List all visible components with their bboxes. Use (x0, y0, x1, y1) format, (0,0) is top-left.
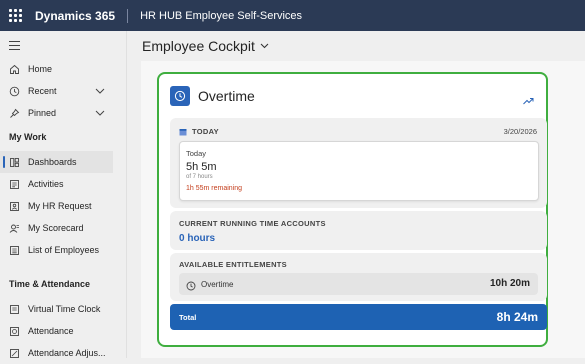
chevron-down-icon[interactable] (260, 43, 269, 49)
sidebar-item-label: Attendance (28, 326, 74, 336)
sidebar-item-label: Attendance Adjus... (28, 348, 106, 358)
sidebar-item-my-hr-request[interactable]: My HR Request (0, 195, 113, 217)
page-title-text: Employee Cockpit (142, 38, 255, 54)
card-title: Overtime (198, 88, 255, 104)
page-title[interactable]: Employee Cockpit (142, 38, 269, 54)
sidebar-item-label: List of Employees (28, 245, 100, 255)
sidebar-item-dashboards[interactable]: Dashboards (0, 151, 113, 173)
today-header: TODAY (179, 127, 219, 136)
sidebar-item-my-scorecard[interactable]: My Scorecard (0, 217, 113, 239)
chevron-down-icon[interactable] (95, 108, 105, 118)
today-date: 3/20/2026 (503, 127, 537, 136)
today-target-hours: of 7 hours (186, 174, 213, 180)
total-value: 8h 24m (496, 310, 538, 324)
available-entitlements-section: AVAILABLE ENTITLEMENTS Overtime 10h 20m (170, 253, 547, 301)
activities-icon (8, 178, 20, 190)
today-worked-value: 5h 5m (186, 161, 217, 173)
people-icon (8, 244, 20, 256)
sidebar-item-label: Activities (28, 179, 64, 189)
entitlement-name: Overtime (201, 280, 234, 289)
sidebar-item-label: My HR Request (28, 201, 92, 211)
sidebar-item-recent[interactable]: Recent (0, 80, 113, 102)
today-summary-tile[interactable]: Today 5h 5m of 7 hours 1h 55m remaining (179, 141, 539, 201)
entitlement-row[interactable]: Overtime 10h 20m (179, 273, 538, 295)
running-time-accounts-section: CURRENT RUNNING TIME ACCOUNTS 0 hours (170, 211, 547, 250)
sidebar-item-attendance[interactable]: Attendance (0, 320, 113, 342)
today-label: Today (186, 149, 207, 158)
clock-icon (170, 86, 190, 106)
attendance-adjust-icon (8, 347, 20, 359)
sidebar-item-list-of-employees[interactable]: List of Employees (0, 239, 113, 261)
total-label: Total (179, 313, 197, 322)
sidebar-item-label: Recent (28, 86, 57, 96)
pin-icon (8, 107, 20, 119)
request-icon (8, 200, 20, 212)
today-remaining: 1h 55m remaining (186, 185, 243, 192)
sidebar-item-label: My Scorecard (28, 223, 84, 233)
hamburger-menu-icon[interactable] (9, 41, 20, 53)
calendar-icon (179, 128, 187, 135)
overtime-card: Overtime TODAY 3/20/2026 Today 5h 5m of … (157, 72, 548, 347)
sidebar-item-pinned[interactable]: Pinned (0, 102, 113, 124)
sidebar-item-activities[interactable]: Activities (0, 173, 113, 195)
sidebar-item-home[interactable]: Home (0, 58, 113, 80)
scorecard-icon (8, 222, 20, 234)
sidebar-item-label: Home (28, 64, 53, 74)
total-bar: Total 8h 24m (170, 304, 547, 330)
sidebar-item-label: Dashboards (28, 157, 77, 167)
time-clock-icon (8, 303, 20, 315)
running-time-accounts-value[interactable]: 0 hours (179, 233, 215, 244)
dashboard-icon (8, 156, 20, 168)
card-header: Overtime (170, 86, 255, 106)
clock-icon (186, 278, 196, 296)
trend-icon[interactable] (523, 92, 534, 110)
section-header-time-attendance: Time & Attendance (9, 279, 91, 289)
available-entitlements-header: AVAILABLE ENTITLEMENTS (179, 260, 287, 269)
app-name[interactable]: Dynamics 365 (35, 8, 129, 23)
waffle-icon (8, 9, 22, 22)
top-bar: Dynamics 365 HR HUB Employee Self-Servic… (0, 0, 585, 31)
today-section: TODAY 3/20/2026 Today 5h 5m of 7 hours 1… (170, 118, 547, 208)
sidebar-item-label: Virtual Time Clock (28, 304, 101, 314)
entitlement-value: 10h 20m (489, 278, 530, 289)
app-subtitle[interactable]: HR HUB Employee Self-Services (140, 10, 302, 22)
attendance-icon (8, 325, 20, 337)
section-header-my-work: My Work (9, 132, 47, 142)
main-content: Employee Cockpit Overtime TODAY 3/20/202… (126, 31, 585, 358)
running-time-accounts-header: CURRENT RUNNING TIME ACCOUNTS (179, 219, 326, 228)
clock-icon (8, 85, 20, 97)
home-icon (8, 63, 20, 75)
sidebar-item-label: Pinned (28, 108, 57, 118)
sidebar-item-attendance-adjustment[interactable]: Attendance Adjus... (0, 342, 113, 364)
sidebar: Home Recent Pinned My Work Dashboards Ac… (0, 31, 126, 358)
chevron-down-icon[interactable] (95, 86, 105, 96)
sidebar-item-virtual-time-clock[interactable]: Virtual Time Clock (0, 298, 113, 320)
today-header-label: TODAY (192, 127, 219, 136)
app-launcher-button[interactable] (0, 0, 30, 31)
